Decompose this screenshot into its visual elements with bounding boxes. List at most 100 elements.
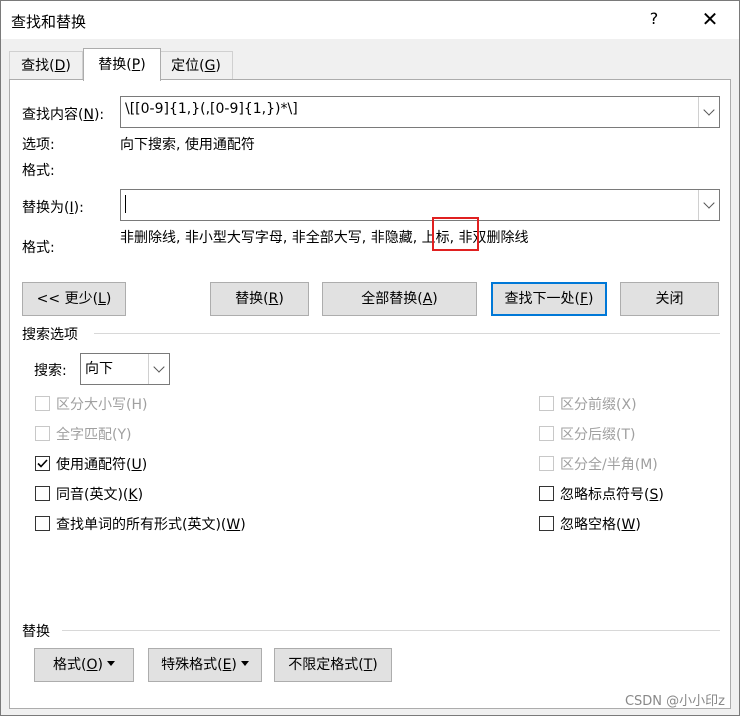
chevron-down-icon xyxy=(703,104,715,116)
less-button-key: L xyxy=(98,291,106,307)
close-button[interactable]: 关闭 xyxy=(620,282,719,316)
match-prefix-text: 区分前缀( xyxy=(560,397,622,413)
sounds-like-text: 同音(英文)( xyxy=(56,487,129,503)
word-forms-end: ) xyxy=(240,517,246,533)
checkbox-match-prefix[interactable] xyxy=(539,396,554,411)
tab-goto-end: ) xyxy=(215,58,221,74)
replace-button[interactable]: 替换(R) xyxy=(210,282,309,316)
whole-word-key: Y xyxy=(117,427,127,443)
replace-label-text: 替换为( xyxy=(22,200,70,216)
wildcards-key: U xyxy=(131,457,142,473)
find-label: 查找内容(N): xyxy=(22,104,104,124)
checkbox-sounds-like[interactable] xyxy=(35,486,50,501)
replace-all-button[interactable]: 全部替换(A) xyxy=(322,282,477,316)
search-direction-label: 搜索: xyxy=(34,363,67,379)
chevron-down-icon xyxy=(153,361,165,373)
checkbox-whole-word-label: 全字匹配(Y) xyxy=(56,424,132,444)
find-input-value: \[[0-9]{1,}(,[0-9]{1,})*\] xyxy=(125,101,298,117)
checkbox-word-forms[interactable] xyxy=(35,516,50,531)
match-case-key: H xyxy=(131,397,142,413)
dialog-title: 查找和替换 xyxy=(11,13,87,31)
replace-button-key: R xyxy=(268,291,279,307)
checkbox-ignore-punct[interactable] xyxy=(539,486,554,501)
help-button[interactable]: ? xyxy=(641,5,667,33)
match-prefix-end: ) xyxy=(631,397,637,413)
options-value: 向下搜索, 使用通配符 xyxy=(120,137,255,153)
less-button[interactable]: << 更少(L) xyxy=(22,282,126,316)
match-suffix-text: 区分后缀( xyxy=(560,427,622,443)
checkbox-width[interactable] xyxy=(539,456,554,471)
dialog-body: 查找(D) 替换(P) 定位(G) 查找内容(N): \[[0-9]{1,}(,… xyxy=(1,39,739,715)
match-prefix-key: X xyxy=(621,397,632,413)
format-label-find: 格式: xyxy=(22,163,55,179)
close-icon[interactable]: ✕ xyxy=(693,5,727,33)
match-suffix-key: T xyxy=(621,427,631,443)
find-next-button[interactable]: 查找下一处(F) xyxy=(491,282,607,316)
replace-panel: 查找内容(N): \[[0-9]{1,}(,[0-9]{1,})*\] 选项: … xyxy=(9,79,731,709)
wildcards-text: 使用通配符( xyxy=(56,457,132,473)
chevron-down-icon xyxy=(703,197,715,209)
search-direction-value: 向下 xyxy=(85,361,113,377)
checkbox-ignore-punct-label: 忽略标点符号(S) xyxy=(560,484,664,504)
text-caret xyxy=(125,195,126,213)
width-text: 区分全/半角( xyxy=(560,457,641,473)
checkbox-wildcards-label: 使用通配符(U) xyxy=(56,454,147,474)
no-formatting-button[interactable]: 不限定格式(T) xyxy=(274,648,392,682)
find-replace-dialog: 查找和替换 ? ✕ 查找(D) 替换(P) 定位(G) 查找内容(N): \[[… xyxy=(0,0,740,716)
ignore-punct-end: ) xyxy=(658,487,664,503)
replace-all-label: 全部替换( xyxy=(361,291,423,307)
find-dropdown-button[interactable] xyxy=(698,97,719,127)
less-button-label: << 更少( xyxy=(36,291,99,307)
checkbox-match-prefix-label: 区分前缀(X) xyxy=(560,394,637,414)
checkbox-match-suffix[interactable] xyxy=(539,426,554,441)
ignore-punct-text: 忽略标点符号( xyxy=(560,487,650,503)
replace-section-divider xyxy=(62,630,720,631)
checkbox-word-forms-label: 查找单词的所有形式(英文)(W) xyxy=(56,514,246,534)
format-button-key: O xyxy=(86,657,98,673)
no-formatting-end: ) xyxy=(372,657,378,673)
search-direction-dropdown[interactable] xyxy=(148,354,169,384)
tab-goto[interactable]: 定位(G) xyxy=(159,51,233,80)
match-suffix-end: ) xyxy=(630,427,636,443)
word-forms-key: W xyxy=(226,517,241,533)
whole-word-text: 全字匹配( xyxy=(56,427,118,443)
sounds-like-key: K xyxy=(128,487,138,503)
wildcards-end: ) xyxy=(141,457,148,473)
checkbox-whole-word[interactable] xyxy=(35,426,50,441)
match-case-end: ) xyxy=(142,397,148,413)
options-label: 选项: xyxy=(22,137,55,153)
checkbox-ignore-space-label: 忽略空格(W) xyxy=(560,514,641,534)
less-button-end: ) xyxy=(105,291,112,307)
special-button-label: 特殊格式( xyxy=(161,657,223,673)
special-button-end: ) xyxy=(231,657,237,673)
sounds-like-end: ) xyxy=(137,487,144,503)
highlight-box xyxy=(432,217,479,251)
match-case-text: 区分大小写( xyxy=(56,397,132,413)
width-key: M xyxy=(640,457,653,473)
checkmark-icon xyxy=(37,459,48,468)
tab-find[interactable]: 查找(D) xyxy=(9,51,83,80)
replace-label: 替换为(I): xyxy=(22,197,84,217)
replace-input[interactable] xyxy=(120,189,720,221)
tab-replace-end: ) xyxy=(140,57,146,73)
find-input[interactable]: \[[0-9]{1,}(,[0-9]{1,})*\] xyxy=(120,96,720,128)
format-button[interactable]: 格式(O) xyxy=(34,648,134,682)
title-bar: 查找和替换 ? ✕ xyxy=(1,1,739,39)
checkbox-ignore-space[interactable] xyxy=(539,516,554,531)
width-end: ) xyxy=(652,457,658,473)
replace-dropdown-button[interactable] xyxy=(698,190,719,220)
find-label-end: ): xyxy=(93,107,105,123)
tab-replace-label: 替换( xyxy=(98,57,132,73)
special-button[interactable]: 特殊格式(E) xyxy=(148,648,262,682)
whole-word-end: ) xyxy=(126,427,132,443)
checkbox-wildcards[interactable] xyxy=(35,456,50,471)
search-direction-select[interactable]: 向下 xyxy=(80,353,170,385)
search-options-title: 搜索选项 xyxy=(22,327,78,343)
replace-button-label: 替换( xyxy=(235,291,269,307)
find-label-key: N xyxy=(83,107,94,123)
replace-button-end: ) xyxy=(278,291,284,307)
checkbox-width-label: 区分全/半角(M) xyxy=(560,454,658,474)
checkbox-match-case-label: 区分大小写(H) xyxy=(56,394,147,414)
tab-replace[interactable]: 替换(P) xyxy=(83,48,161,81)
checkbox-match-case[interactable] xyxy=(35,396,50,411)
